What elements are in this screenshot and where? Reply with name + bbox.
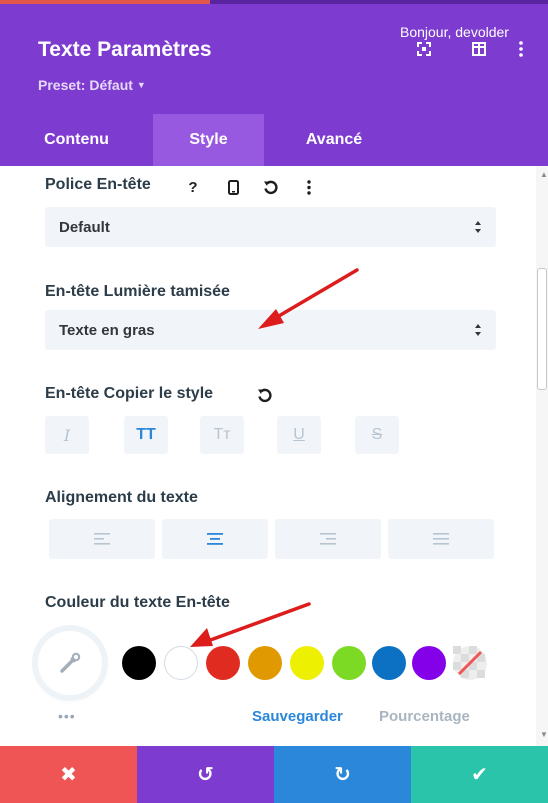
swatch-yellow[interactable] <box>290 646 324 680</box>
tab-avance[interactable]: Avancé <box>264 114 404 166</box>
heading-weight-value: Texte en gras <box>59 321 155 339</box>
swatch-orange[interactable] <box>248 646 282 680</box>
heading-weight-label: En-tête Lumière tamisée <box>45 283 230 300</box>
strikethrough-button[interactable]: S <box>355 416 399 454</box>
align-right-icon <box>320 533 336 545</box>
underline-button[interactable]: U <box>277 416 321 454</box>
reset-icon[interactable] <box>259 176 281 198</box>
heading-weight-select[interactable]: Texte en gras <box>45 310 496 350</box>
user-greeting: Bonjour, devolder <box>400 24 509 40</box>
swatch-green[interactable] <box>332 646 366 680</box>
preset-dropdown[interactable]: Preset: Défaut ▼ <box>38 77 146 93</box>
heading-style-label: En-tête Copier le style <box>45 385 214 402</box>
scrollbar-thumb[interactable] <box>537 268 547 390</box>
select-arrows-icon <box>475 221 481 233</box>
scroll-up-icon[interactable]: ▲ <box>540 170 548 179</box>
scrollbar-track[interactable] <box>536 166 548 746</box>
color-picker-button[interactable] <box>38 631 102 695</box>
swatch-blue[interactable] <box>372 646 406 680</box>
percentage-link[interactable]: Pourcentage <box>379 708 470 725</box>
heading-color-label: Couleur du texte En-tête <box>45 594 230 611</box>
settings-tabs: Contenu Style Avancé <box>0 114 548 166</box>
italic-button[interactable]: I <box>45 416 89 454</box>
swatch-purple[interactable] <box>412 646 446 680</box>
capitalize-button[interactable]: Tт <box>200 416 244 454</box>
reset-icon[interactable] <box>253 384 275 406</box>
save-button[interactable]: ✔ <box>411 746 548 803</box>
align-right-button[interactable] <box>275 519 381 559</box>
scroll-down-icon[interactable]: ▼ <box>540 730 548 739</box>
settings-header: Texte Paramètres Preset: Défaut ▼ Bonjour… <box>0 0 548 114</box>
align-center-button[interactable] <box>162 519 268 559</box>
heading-font-select[interactable]: Default <box>45 207 496 247</box>
undo-button[interactable]: ↺ <box>137 746 274 803</box>
columns-icon[interactable] <box>470 40 488 58</box>
heading-font-label: Police En-tête <box>45 176 151 193</box>
swatch-black[interactable] <box>122 646 156 680</box>
help-icon[interactable]: ? <box>182 176 204 198</box>
cancel-button[interactable]: ✖ <box>0 746 137 803</box>
align-justify-icon <box>433 533 449 545</box>
mobile-icon[interactable] <box>222 176 244 198</box>
align-left-icon <box>94 533 110 545</box>
select-arrows-icon <box>475 324 481 336</box>
uppercase-button[interactable]: TT <box>124 416 168 454</box>
more-options-icon[interactable] <box>298 176 320 198</box>
more-colors-icon[interactable]: ••• <box>58 708 76 724</box>
swatch-transparent[interactable] <box>453 646 487 680</box>
expand-icon[interactable] <box>415 40 433 58</box>
eyedropper-icon <box>60 652 81 673</box>
preset-label: Preset: Défaut <box>38 77 133 93</box>
tab-contenu[interactable]: Contenu <box>0 114 153 166</box>
redo-button[interactable]: ↻ <box>274 746 411 803</box>
more-icon[interactable] <box>512 40 530 58</box>
swatch-red[interactable] <box>206 646 240 680</box>
align-justify-button[interactable] <box>388 519 494 559</box>
page-title: Texte Paramètres <box>38 38 212 61</box>
no-color-icon <box>453 646 485 678</box>
action-bar: ✖ ↺ ↻ ✔ <box>0 746 548 803</box>
save-color-link[interactable]: Sauvegarder <box>252 708 343 725</box>
tab-style[interactable]: Style <box>153 114 264 166</box>
text-align-label: Alignement du texte <box>45 489 198 506</box>
header-topline-accent <box>0 0 210 4</box>
heading-font-value: Default <box>59 218 110 236</box>
align-left-button[interactable] <box>49 519 155 559</box>
swatch-white[interactable] <box>164 646 198 680</box>
align-center-icon <box>207 533 223 545</box>
caret-down-icon: ▼ <box>136 80 146 90</box>
